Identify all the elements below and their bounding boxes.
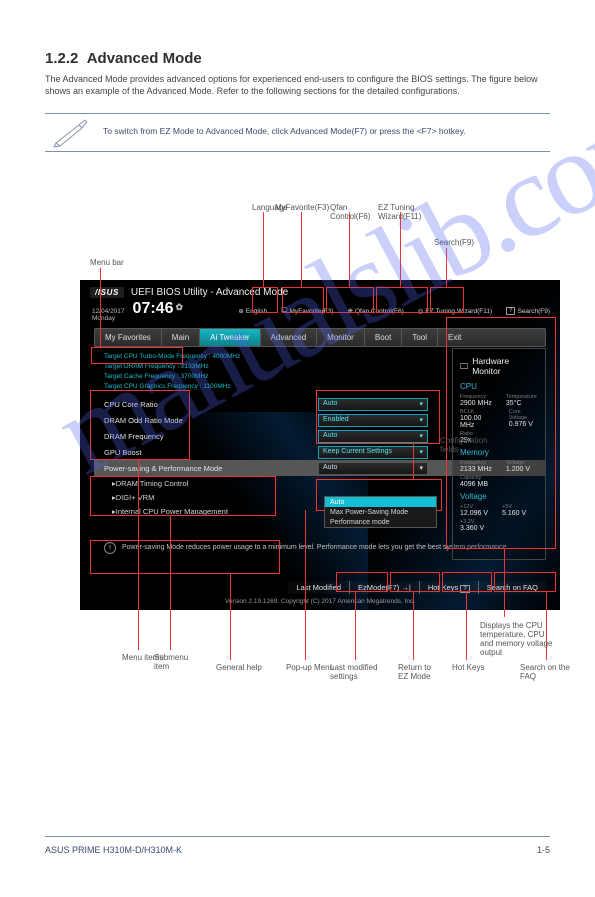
footer-left: ASUS PRIME H310M-D/H310M-K <box>45 845 182 855</box>
menu-monitor[interactable]: Monitor <box>316 329 364 346</box>
info-icon: i <box>104 542 116 554</box>
menu-exit[interactable]: Exit <box>437 329 471 346</box>
bios-version-footer: Version 2.19.1269. Copyright (C) 2017 Am… <box>80 598 560 605</box>
pen-icon <box>51 118 93 148</box>
note-box: To switch from EZ Mode to Advanced Mode,… <box>45 113 550 152</box>
menu-advanced[interactable]: Advanced <box>260 329 317 346</box>
menu-aitweaker[interactable]: Ai Tweaker <box>199 329 259 346</box>
topbar-search[interactable]: ? Search(F9) <box>506 307 550 315</box>
popup-item[interactable]: Auto <box>325 497 436 507</box>
callout-label: Displays the CPU temperature, CPU and me… <box>480 621 560 657</box>
monitor-icon: 🖵 <box>460 361 468 372</box>
chevron-down-icon[interactable]: ▾ <box>419 416 423 424</box>
topbar-qfan[interactable]: ❉ Qfan Control(F6) <box>348 307 404 315</box>
callout-label: Qfan Control(F6) <box>330 203 380 221</box>
popup-menu: Auto Max Power-Saving Mode Performance m… <box>324 496 437 528</box>
topbar-ezwizard[interactable]: ◎ EZ Tuning Wizard(F11) <box>418 307 492 315</box>
chevron-down-icon[interactable]: ▾ <box>419 464 423 472</box>
clock: 07:46✿ <box>133 300 183 318</box>
callout-label: Menu bar <box>90 258 124 267</box>
menu-boot[interactable]: Boot <box>364 329 401 346</box>
hotkeys-button[interactable]: Hot Keys ? <box>419 581 478 594</box>
ezmode-button[interactable]: EzMode(F7) →| <box>349 581 419 594</box>
menu-tool[interactable]: Tool <box>401 329 437 346</box>
search-faq-button[interactable]: Search on FAQ <box>478 581 546 594</box>
callout-label: Search(F9) <box>434 238 474 247</box>
bios-title: UEFI BIOS Utility - Advanced Mode <box>131 287 288 298</box>
bios-title-bar: /ISUS UEFI BIOS Utility - Advanced Mode <box>80 280 560 300</box>
popup-item[interactable]: Performance mode <box>325 517 436 527</box>
menu-bar: My Favorites Main Ai Tweaker Advanced Mo… <box>94 328 546 347</box>
menu-myfavorites[interactable]: My Favorites <box>95 329 161 346</box>
callout-label: Configuration fields <box>440 436 486 454</box>
section-heading: 1.2.2 Advanced Mode <box>45 50 550 67</box>
brand-badge: /ISUS <box>90 287 124 298</box>
callout-label: Submenu item <box>154 653 192 671</box>
callout-label: Return to EZ Mode <box>398 663 440 681</box>
bottom-toolbar: Last Modified EzMode(F7) →| Hot Keys ? S… <box>288 581 546 594</box>
callout-label: Last modified settings <box>330 663 380 681</box>
note-text: To switch from EZ Mode to Advanced Mode,… <box>103 126 466 136</box>
footer-rule <box>45 836 550 837</box>
intro-paragraph: The Advanced Mode provides advanced opti… <box>45 73 550 97</box>
gear-icon[interactable]: ✿ <box>175 302 183 313</box>
popup-item[interactable]: Max Power-Saving Mode <box>325 507 436 517</box>
callout-label: EZ Tuning Wizard(F11) <box>378 203 453 221</box>
callout-label: General help <box>216 663 262 672</box>
chevron-down-icon[interactable]: ▾ <box>419 432 423 440</box>
last-modified-button[interactable]: Last Modified <box>288 581 349 594</box>
bios-screenshot: /ISUS UEFI BIOS Utility - Advanced Mode … <box>80 280 560 610</box>
date-col: 12/04/2017 Monday <box>92 308 125 322</box>
callout-label: Pop-up Menu <box>286 663 334 672</box>
callout-label: Hot Keys <box>452 663 484 672</box>
menu-main[interactable]: Main <box>161 329 199 346</box>
footer-right: 1-5 <box>537 845 550 855</box>
callout-label: Search on the FAQ <box>520 663 570 681</box>
topbar-english[interactable]: ⊕ English <box>238 307 267 315</box>
hardware-monitor: 🖵Hardware Monitor CPU Frequency2900 MHzT… <box>452 348 546 560</box>
document-page: 1.2.2 Advanced Mode The Advanced Mode pr… <box>0 0 595 897</box>
chevron-down-icon[interactable]: ▾ <box>419 448 423 456</box>
callout-label: MyFavorite(F3) <box>275 203 325 212</box>
topbar-myfav[interactable]: 🖵 MyFavorite(F3) <box>281 307 333 315</box>
chevron-down-icon[interactable]: ▾ <box>419 400 423 408</box>
